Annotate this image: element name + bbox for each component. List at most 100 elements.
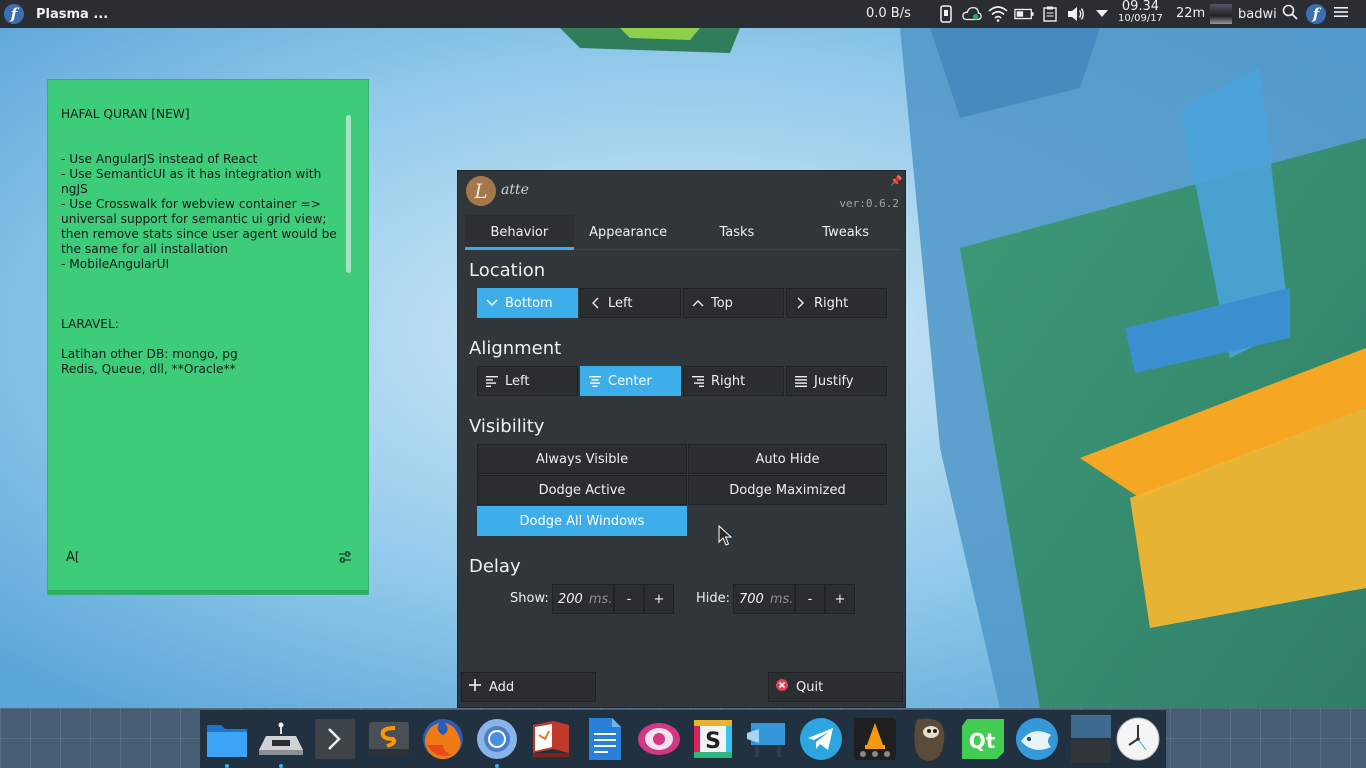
tab-label: Tasks <box>719 224 755 240</box>
align-right-button[interactable]: Right <box>683 366 784 396</box>
add-dock-button[interactable]: Add <box>461 672 596 702</box>
bluefish-icon[interactable] <box>1013 715 1061 763</box>
top-panel: f Plasma ... 0.0 B/s 09.34 10/09/17 22m <box>0 0 1366 28</box>
visibility-auto-hide-button[interactable]: Auto Hide <box>688 444 887 474</box>
latte-dock: S Qt <box>200 710 1166 768</box>
tab-tweaks[interactable]: Tweaks <box>791 215 900 249</box>
battery-icon[interactable] <box>1014 4 1034 24</box>
timer-widget[interactable]: 22m <box>1176 6 1205 21</box>
align-center-button[interactable]: Center <box>580 366 681 396</box>
delay-hide-decrement-button[interactable]: - <box>795 584 825 614</box>
delay-hide-input[interactable]: 700 ms. <box>733 584 795 614</box>
visibility-dodge-active-button[interactable]: Dodge Active <box>477 475 687 505</box>
active-window-title[interactable]: Plasma ... <box>36 7 108 22</box>
location-top-button[interactable]: Top <box>683 288 784 318</box>
chromium-icon[interactable] <box>473 715 521 768</box>
location-left-button[interactable]: Left <box>580 288 681 318</box>
search-icon[interactable] <box>1282 4 1298 24</box>
book-reader-icon[interactable] <box>527 715 575 763</box>
note-scrollbar[interactable] <box>346 115 351 273</box>
add-label: Add <box>489 679 515 695</box>
latte-logo-letter: L <box>474 179 488 203</box>
cloud-sync-icon[interactable] <box>962 4 982 24</box>
location-bottom-button[interactable]: Bottom <box>477 288 578 318</box>
fedora-icon[interactable]: f <box>4 4 24 24</box>
vlc-icon[interactable] <box>851 715 899 763</box>
tab-behavior[interactable]: Behavior <box>465 215 574 250</box>
location-right-button[interactable]: Right <box>786 288 887 318</box>
qt-creator-icon[interactable]: Qt <box>959 715 1007 763</box>
align-right-icon <box>692 375 704 387</box>
chevron-down-icon <box>486 297 498 309</box>
expand-arrow-icon[interactable] <box>1092 4 1112 24</box>
document-editor-icon[interactable] <box>581 715 629 763</box>
top-panel-right: f <box>1282 4 1348 24</box>
note-settings-icon[interactable] <box>338 550 352 568</box>
sublime-text-icon[interactable] <box>365 715 413 763</box>
location-label: Left <box>608 295 633 311</box>
terminal-icon[interactable] <box>311 715 359 763</box>
tab-label: Appearance <box>589 224 668 240</box>
alignment-label: Center <box>608 373 652 389</box>
tab-label: Behavior <box>490 224 549 240</box>
delay-show-decrement-button[interactable]: - <box>614 584 644 614</box>
settings-tab-bar: Behavior Appearance Tasks Tweaks <box>465 215 900 250</box>
user-avatar <box>1210 4 1232 24</box>
alignment-section-title: Alignment <box>469 338 562 359</box>
file-manager-icon[interactable] <box>203 715 251 768</box>
wifi-icon[interactable] <box>988 4 1008 24</box>
version-label: ver:0.6.2 <box>839 197 899 210</box>
chevron-up-icon <box>692 297 704 309</box>
delay-unit: ms. <box>588 591 613 607</box>
volume-icon[interactable] <box>1066 4 1086 24</box>
delay-hide-increment-button[interactable]: + <box>825 584 855 614</box>
presentation-icon[interactable] <box>743 715 791 763</box>
analog-clock-icon[interactable] <box>1114 715 1162 763</box>
location-label: Right <box>814 295 849 311</box>
clipboard-icon[interactable] <box>1040 4 1060 24</box>
delay-show-increment-button[interactable]: + <box>644 584 674 614</box>
align-left-button[interactable]: Left <box>477 366 578 396</box>
firefox-icon[interactable] <box>419 715 467 763</box>
fedora-icon[interactable]: f <box>1306 4 1326 24</box>
align-justify-button[interactable]: Justify <box>786 366 887 396</box>
location-label: Top <box>711 295 733 311</box>
gimp-icon[interactable] <box>905 715 953 763</box>
sticky-note-widget[interactable]: HAFAL QURAN [NEW] - Use AngularJS instea… <box>47 79 369 595</box>
location-section-title: Location <box>469 260 546 281</box>
alignment-label: Right <box>711 373 746 389</box>
hamburger-menu-icon[interactable] <box>1334 6 1348 22</box>
latte-app-name: atte <box>501 182 529 198</box>
delay-section-title: Delay <box>469 556 521 577</box>
quit-button[interactable]: Quit <box>768 672 903 702</box>
delay-show-input[interactable]: 200 ms. <box>552 584 614 614</box>
delay-show-value: 200 <box>558 591 583 607</box>
tab-appearance[interactable]: Appearance <box>574 215 683 249</box>
delay-show-label: Show: <box>510 591 549 606</box>
virtual-desktop-pager-icon[interactable] <box>1067 715 1115 763</box>
usb-drive-icon[interactable] <box>257 715 305 768</box>
pin-icon[interactable]: 📌 <box>890 176 902 187</box>
tab-tasks[interactable]: Tasks <box>683 215 792 249</box>
image-viewer-icon[interactable] <box>635 715 683 763</box>
digital-clock[interactable]: 09.34 10/09/17 <box>1118 0 1163 25</box>
visibility-always-visible-button[interactable]: Always Visible <box>477 444 687 474</box>
location-label: Bottom <box>505 295 553 311</box>
chevron-right-icon <box>795 297 807 309</box>
note-format-button[interactable]: A[ <box>66 550 80 565</box>
latte-logo: L <box>466 176 496 206</box>
visibility-dodge-maximized-button[interactable]: Dodge Maximized <box>688 475 887 505</box>
telegram-icon[interactable] <box>797 715 845 763</box>
alignment-label: Left <box>505 373 530 389</box>
note-text[interactable]: HAFAL QURAN [NEW] - Use AngularJS instea… <box>61 107 351 377</box>
alignment-options: Left Center Right Justify <box>477 366 887 396</box>
network-speed-indicator[interactable]: 0.0 B/s <box>866 6 911 21</box>
phone-icon[interactable] <box>936 4 956 24</box>
plus-icon <box>469 679 481 695</box>
slack-icon[interactable]: S <box>689 715 737 763</box>
delay-unit: ms. <box>769 591 794 607</box>
svg-text:S: S <box>705 729 721 754</box>
top-panel-left: f Plasma ... <box>4 4 108 24</box>
user-switcher[interactable]: badwi <box>1210 4 1277 24</box>
visibility-dodge-all-windows-button[interactable]: Dodge All Windows <box>477 506 687 536</box>
